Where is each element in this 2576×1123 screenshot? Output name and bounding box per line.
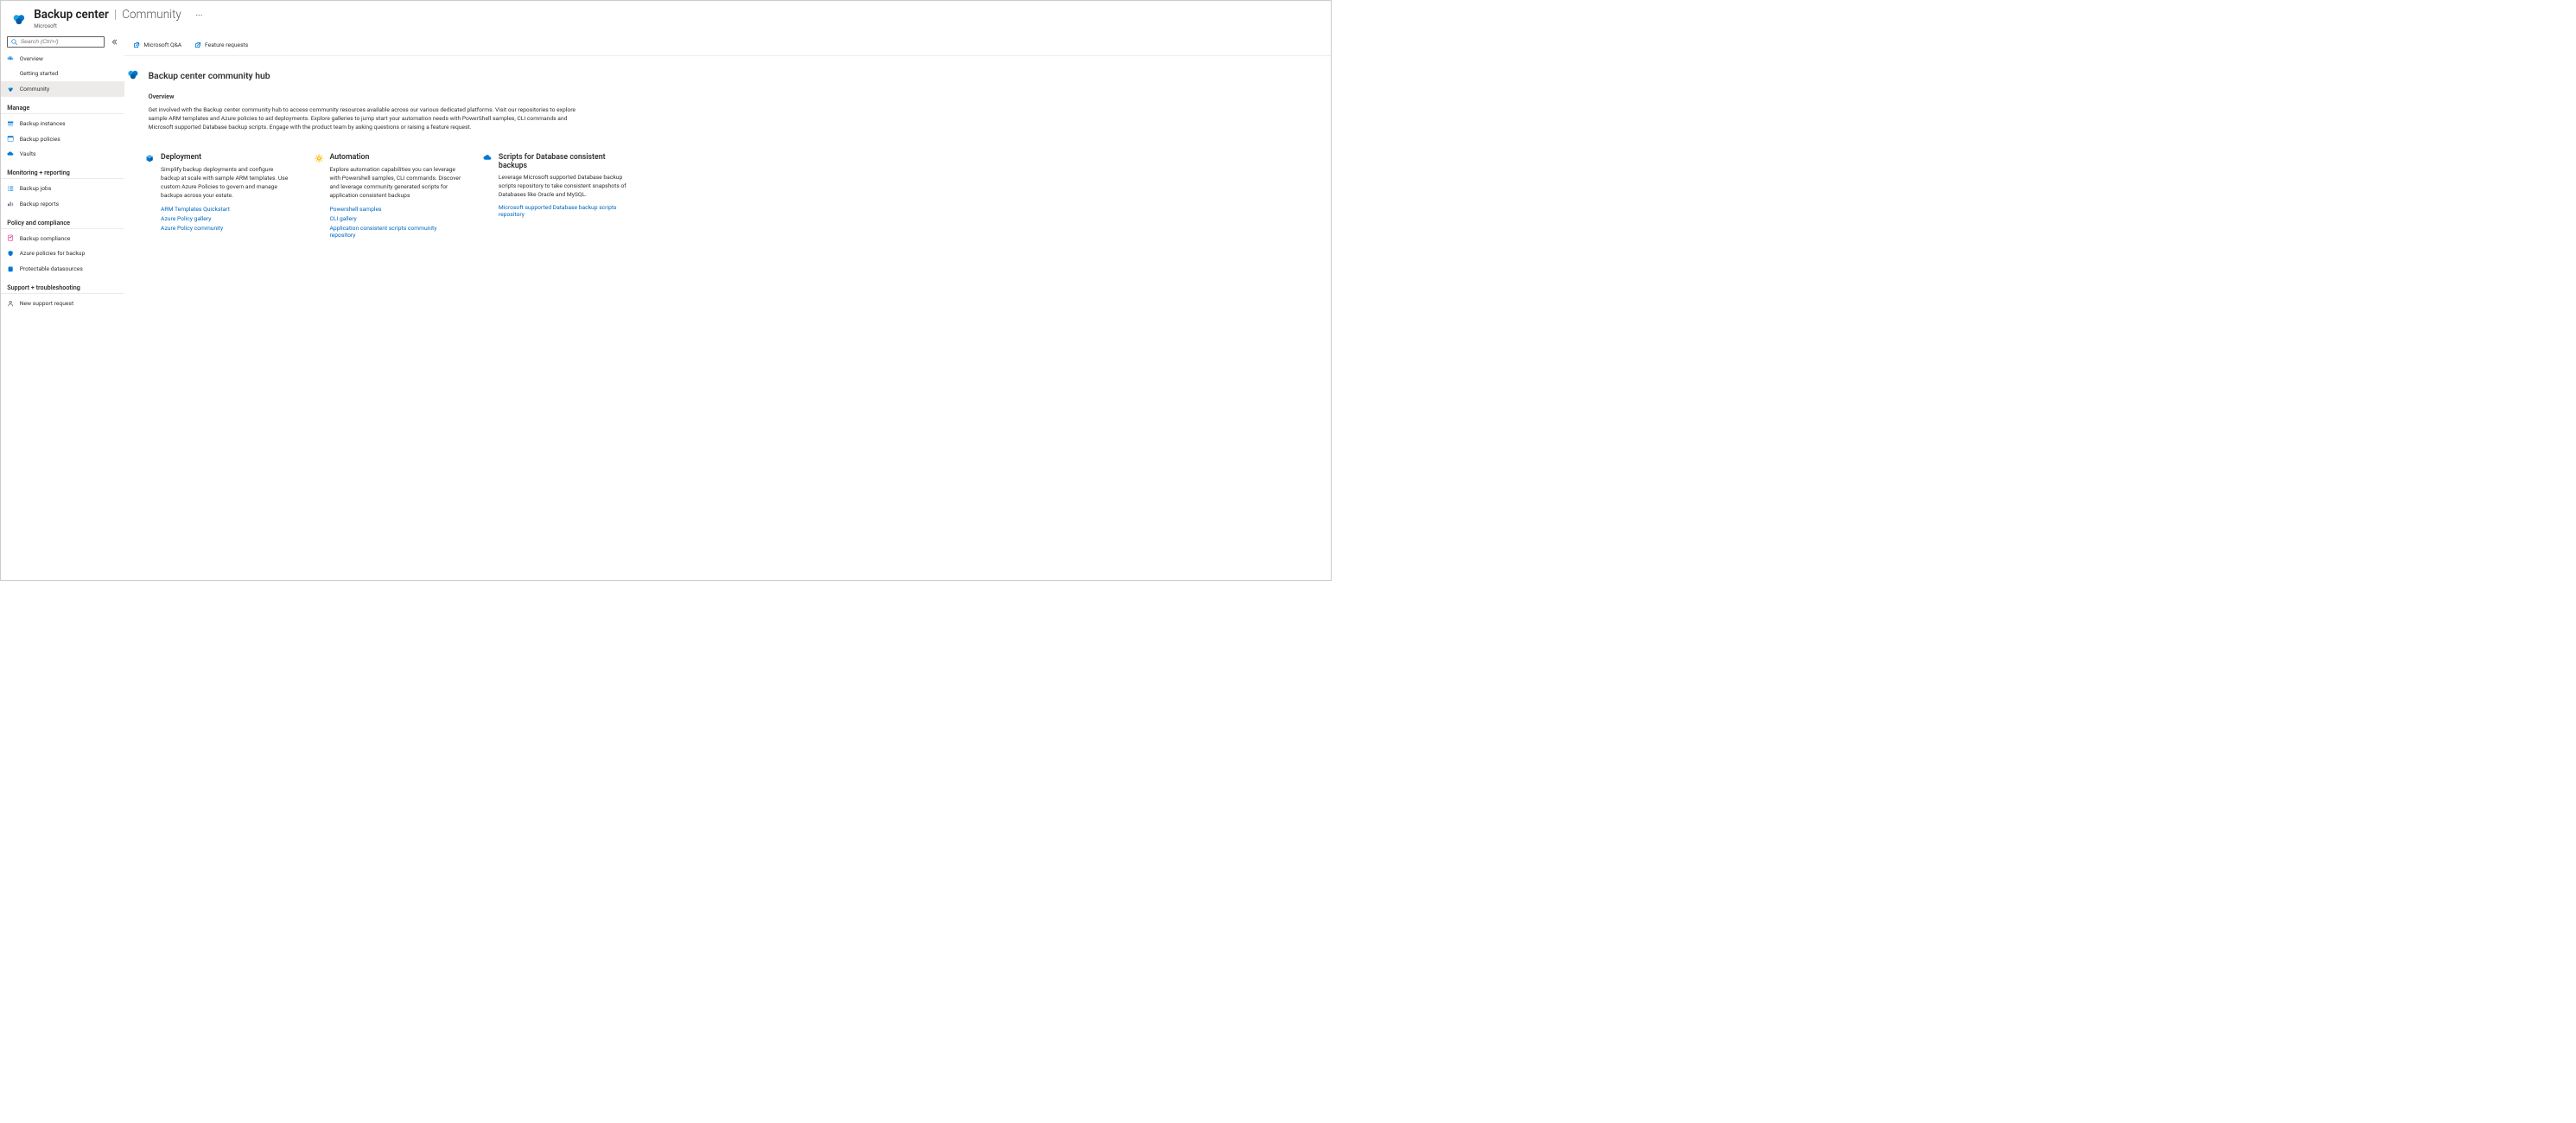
overview-heading: Overview: [149, 93, 587, 100]
external-link-icon: [194, 41, 201, 48]
nav-getting-started[interactable]: Getting started: [1, 67, 124, 82]
header-title: Backup center: [34, 9, 109, 22]
search-icon: [11, 39, 17, 45]
feature-requests-link[interactable]: Feature requests: [194, 41, 249, 48]
vault-icon: [7, 150, 14, 157]
compliance-icon: [7, 234, 14, 241]
chevron-double-left-icon: [111, 39, 118, 45]
tile-desc: Simplify backup deployments and configur…: [161, 166, 293, 200]
nav-label: Community: [20, 86, 49, 93]
link-azure-policy-gallery[interactable]: Azure Policy gallery: [161, 215, 293, 222]
overview-text: Get involved with the Backup center comm…: [149, 105, 587, 131]
gear-icon: [315, 154, 323, 163]
nav-backup-policies[interactable]: Backup policies: [1, 131, 124, 147]
link-cli-gallery[interactable]: CLI gallery: [329, 215, 461, 222]
page-title: Backup center community hub: [149, 70, 270, 81]
link-azure-policy-community[interactable]: Azure Policy community: [161, 225, 293, 232]
main-content: Microsoft Q&A Feature requests Backup ce…: [124, 34, 1331, 579]
datasource-icon: [7, 265, 14, 272]
collapse-sidebar-button[interactable]: [109, 36, 119, 47]
nav-vaults[interactable]: Vaults: [1, 146, 124, 162]
more-actions-button[interactable]: ···: [195, 10, 202, 21]
tile-deployment: Deployment Simplify backup deployments a…: [145, 153, 293, 241]
checklist-icon: [7, 185, 14, 192]
nav-community[interactable]: Community: [1, 81, 124, 97]
nav-label: Azure policies for backup: [20, 250, 86, 257]
tile-desc: Leverage Microsoft supported Database ba…: [499, 174, 631, 199]
bar-chart-icon: [7, 200, 14, 207]
nav-overview[interactable]: Overview: [1, 51, 124, 67]
header-subtitle: Community: [122, 9, 181, 22]
sidebar: Overview Getting started Community Manag…: [1, 34, 124, 579]
nav-backup-reports[interactable]: Backup reports: [1, 196, 124, 212]
nav-label: Getting started: [20, 70, 59, 77]
nav-label: Protectable datasources: [20, 265, 83, 272]
nav-label: Backup policies: [20, 136, 60, 143]
action-label: Microsoft Q&A: [143, 41, 181, 48]
backup-center-icon: [11, 11, 28, 28]
cube-icon: [145, 154, 154, 163]
tile-title: Automation: [329, 153, 369, 162]
nav-azure-policies[interactable]: Azure policies for backup: [1, 246, 124, 261]
nav-label: Backup reports: [20, 201, 59, 207]
tile-automation: Automation Explore automation capabiliti…: [315, 153, 462, 241]
breadcrumb: Microsoft: [34, 22, 202, 29]
nav-label: Vaults: [20, 150, 36, 157]
nav-group-manage: Manage: [1, 97, 124, 114]
nav-group-support: Support + troubleshooting: [1, 276, 124, 293]
nav-backup-compliance[interactable]: Backup compliance: [1, 231, 124, 246]
search-box[interactable]: [7, 36, 105, 48]
cloud-arrow-icon: [7, 55, 14, 62]
support-icon: [7, 300, 14, 307]
shield-icon: [7, 250, 14, 257]
nav-backup-jobs[interactable]: Backup jobs: [1, 181, 124, 196]
nav-group-monitoring: Monitoring + reporting: [1, 162, 124, 179]
community-hub-icon: [126, 67, 143, 84]
header-separator: |: [114, 9, 117, 22]
instances-icon: [7, 120, 14, 127]
link-app-consistent-scripts-repo[interactable]: Application consistent scripts community…: [329, 225, 461, 239]
nav-label: Backup instances: [20, 120, 66, 127]
nav-protectable-datasources[interactable]: Protectable datasources: [1, 261, 124, 277]
action-label: Feature requests: [205, 41, 248, 48]
link-arm-templates-quickstart[interactable]: ARM Templates Quickstart: [161, 206, 293, 213]
tile-title: Scripts for Database consistent backups: [499, 153, 631, 170]
search-input[interactable]: [21, 39, 100, 45]
nav-new-support-request[interactable]: New support request: [1, 296, 124, 311]
calendar-icon: [7, 135, 14, 142]
microsoft-qa-link[interactable]: Microsoft Q&A: [133, 41, 181, 48]
nav-label: Backup jobs: [20, 185, 52, 192]
page-header: Backup center | Community ··· Microsoft: [1, 1, 1331, 34]
nav-label: Overview: [20, 55, 43, 62]
link-ms-db-backup-scripts-repo[interactable]: Microsoft supported Database backup scri…: [499, 204, 631, 218]
nav-backup-instances[interactable]: Backup instances: [1, 116, 124, 131]
cloud-db-icon: [483, 154, 492, 163]
action-bar: Microsoft Q&A Feature requests: [124, 34, 1331, 56]
nav-label: Backup compliance: [20, 235, 71, 242]
rocket-icon: [7, 70, 14, 77]
tile-desc: Explore automation capabilities you can …: [329, 166, 461, 200]
nav-group-policy: Policy and compliance: [1, 211, 124, 228]
tile-title: Deployment: [161, 153, 201, 162]
community-icon: [7, 86, 14, 93]
external-link-icon: [133, 41, 140, 48]
nav-label: New support request: [20, 300, 73, 307]
tile-db-scripts: Scripts for Database consistent backups …: [483, 153, 631, 241]
link-powershell-samples[interactable]: Powershell samples: [329, 206, 461, 213]
